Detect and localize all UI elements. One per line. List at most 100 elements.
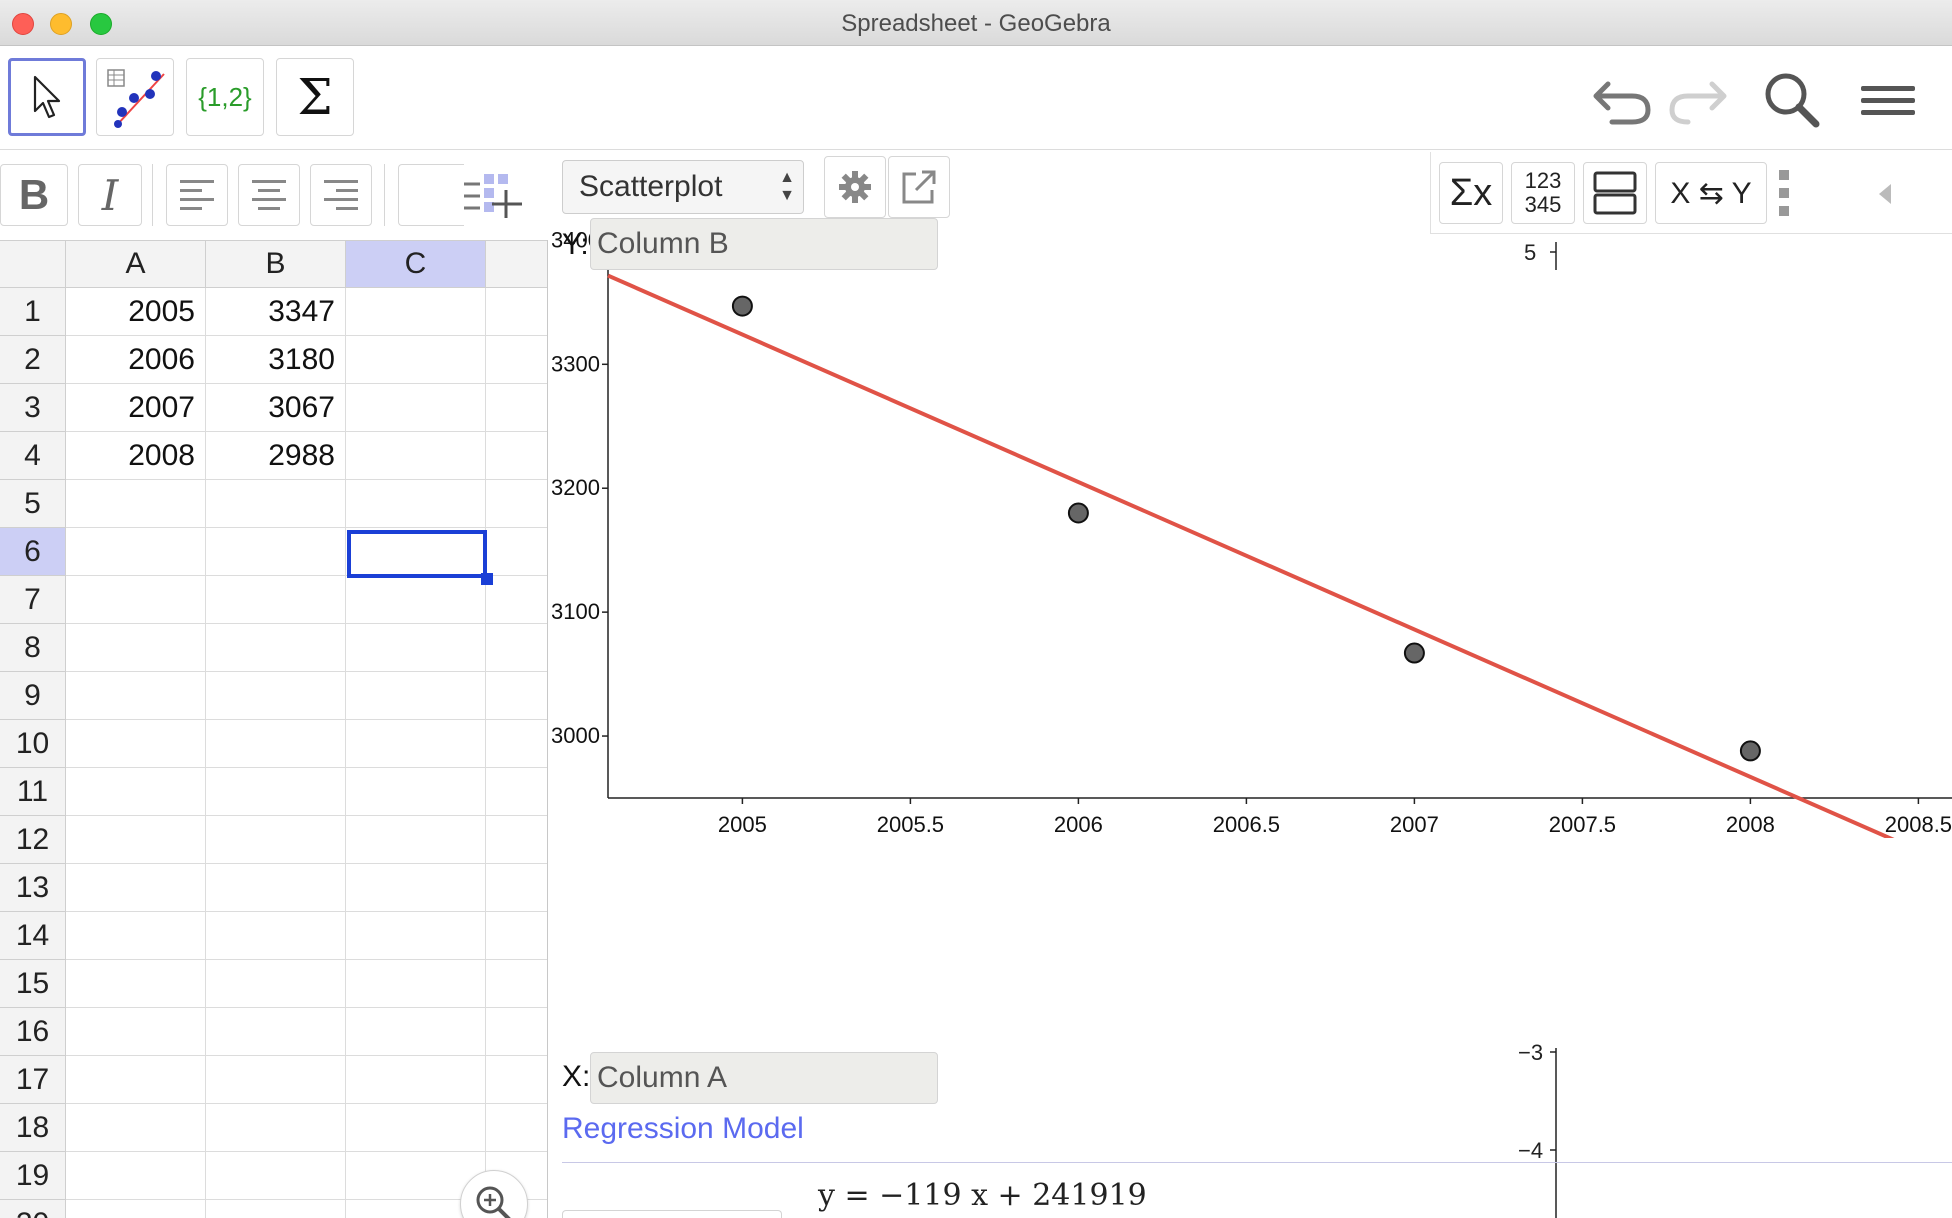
align-right-button[interactable] xyxy=(310,164,372,226)
table-cell[interactable]: 2008 xyxy=(66,432,206,480)
table-cell[interactable] xyxy=(206,816,346,864)
table-cell[interactable] xyxy=(206,1104,346,1152)
plot-options-button[interactable] xyxy=(824,156,886,218)
collapse-toolbar-button[interactable] xyxy=(1875,182,1895,211)
table-cell[interactable] xyxy=(486,432,547,480)
table-cell[interactable] xyxy=(486,288,547,336)
table-cell[interactable] xyxy=(66,1056,206,1104)
table-cell[interactable] xyxy=(486,816,547,864)
background-color-button[interactable] xyxy=(398,164,464,226)
table-cell[interactable] xyxy=(346,1104,486,1152)
table-cell[interactable] xyxy=(346,672,486,720)
table-cell[interactable] xyxy=(66,768,206,816)
table-cell[interactable] xyxy=(346,336,486,384)
table-cell[interactable] xyxy=(66,912,206,960)
table-cell[interactable] xyxy=(486,768,547,816)
table-cell[interactable] xyxy=(66,1200,206,1218)
select-all-corner[interactable] xyxy=(0,240,66,288)
table-cell[interactable] xyxy=(346,864,486,912)
row-header[interactable]: 15 xyxy=(0,960,66,1008)
table-cell[interactable] xyxy=(66,816,206,864)
table-cell[interactable] xyxy=(346,384,486,432)
table-cell[interactable] xyxy=(206,912,346,960)
row-header[interactable]: 18 xyxy=(0,1104,66,1152)
regression-model-select[interactable] xyxy=(562,1210,782,1218)
fill-handle[interactable] xyxy=(481,573,493,585)
export-plot-button[interactable] xyxy=(888,156,950,218)
table-cell[interactable] xyxy=(346,816,486,864)
table-cell[interactable] xyxy=(486,912,547,960)
sum-tool-button[interactable]: Σ xyxy=(276,58,354,136)
table-cell[interactable] xyxy=(66,672,206,720)
y-variable-field[interactable]: Column B xyxy=(590,218,938,270)
row-header[interactable]: 10 xyxy=(0,720,66,768)
table-cell[interactable] xyxy=(206,624,346,672)
plot-type-select[interactable]: Scatterplot ▲ ▼ xyxy=(562,160,804,214)
table-cell[interactable]: 2006 xyxy=(66,336,206,384)
table-cell[interactable] xyxy=(206,528,346,576)
table-cell[interactable] xyxy=(346,288,486,336)
row-header[interactable]: 11 xyxy=(0,768,66,816)
table-cell[interactable] xyxy=(486,960,547,1008)
table-cell[interactable] xyxy=(66,1104,206,1152)
table-cell[interactable] xyxy=(66,528,206,576)
column-header-d[interactable] xyxy=(486,240,547,288)
table-cell[interactable] xyxy=(346,576,486,624)
row-header[interactable]: 1 xyxy=(0,288,66,336)
column-header-c[interactable]: C xyxy=(346,240,486,288)
table-cell[interactable]: 3347 xyxy=(206,288,346,336)
table-cell[interactable] xyxy=(206,720,346,768)
table-cell[interactable] xyxy=(206,768,346,816)
active-cell-C6[interactable] xyxy=(347,530,487,578)
table-cell[interactable] xyxy=(346,480,486,528)
table-cell[interactable] xyxy=(66,624,206,672)
main-menu-button[interactable] xyxy=(1858,70,1918,130)
table-cell[interactable] xyxy=(346,1008,486,1056)
swap-xy-button[interactable]: X ⇆ Y xyxy=(1655,162,1767,224)
table-cell[interactable] xyxy=(486,528,547,576)
table-cell[interactable]: 2005 xyxy=(66,288,206,336)
row-header[interactable]: 16 xyxy=(0,1008,66,1056)
column-header-a[interactable]: A xyxy=(66,240,206,288)
table-cell[interactable] xyxy=(66,1008,206,1056)
row-header[interactable]: 7 xyxy=(0,576,66,624)
table-cell[interactable] xyxy=(486,384,547,432)
row-header[interactable]: 17 xyxy=(0,1056,66,1104)
create-list-tool-button[interactable]: {1,2} xyxy=(186,58,264,136)
column-header-b[interactable]: B xyxy=(206,240,346,288)
table-cell[interactable] xyxy=(346,960,486,1008)
table-cell[interactable] xyxy=(486,1008,547,1056)
show-statistics-button[interactable]: Σx xyxy=(1439,162,1503,224)
row-header[interactable]: 20 xyxy=(0,1200,66,1218)
table-cell[interactable] xyxy=(486,1104,547,1152)
row-header[interactable]: 9 xyxy=(0,672,66,720)
table-cell[interactable] xyxy=(66,960,206,1008)
row-header[interactable]: 4 xyxy=(0,432,66,480)
table-cell[interactable]: 2988 xyxy=(206,432,346,480)
table-cell[interactable] xyxy=(346,768,486,816)
table-cell[interactable] xyxy=(206,480,346,528)
row-header[interactable]: 5 xyxy=(0,480,66,528)
more-options-button[interactable] xyxy=(1777,166,1791,227)
table-cell[interactable] xyxy=(206,576,346,624)
table-cell[interactable] xyxy=(486,624,547,672)
row-header[interactable]: 13 xyxy=(0,864,66,912)
table-cell[interactable] xyxy=(206,1008,346,1056)
show-grid-headers-button[interactable] xyxy=(462,172,528,227)
search-button[interactable] xyxy=(1762,70,1822,130)
table-cell[interactable] xyxy=(206,1056,346,1104)
spreadsheet-grid[interactable]: A B C 1 2005 3347 2 2006 3180 3 2007 3067 4 2008 2988 5… xyxy=(0,240,548,1218)
table-cell[interactable] xyxy=(486,1056,547,1104)
table-cell[interactable] xyxy=(66,864,206,912)
row-header[interactable]: 8 xyxy=(0,624,66,672)
table-cell[interactable] xyxy=(346,1056,486,1104)
row-header[interactable]: 12 xyxy=(0,816,66,864)
table-cell[interactable] xyxy=(206,960,346,1008)
italic-button[interactable]: I xyxy=(78,164,142,226)
table-cell[interactable] xyxy=(486,336,547,384)
table-cell[interactable] xyxy=(486,576,547,624)
table-cell[interactable] xyxy=(66,720,206,768)
table-cell[interactable]: 3067 xyxy=(206,384,346,432)
table-cell[interactable] xyxy=(206,672,346,720)
regression-model-label[interactable]: Regression Model xyxy=(562,1112,804,1146)
